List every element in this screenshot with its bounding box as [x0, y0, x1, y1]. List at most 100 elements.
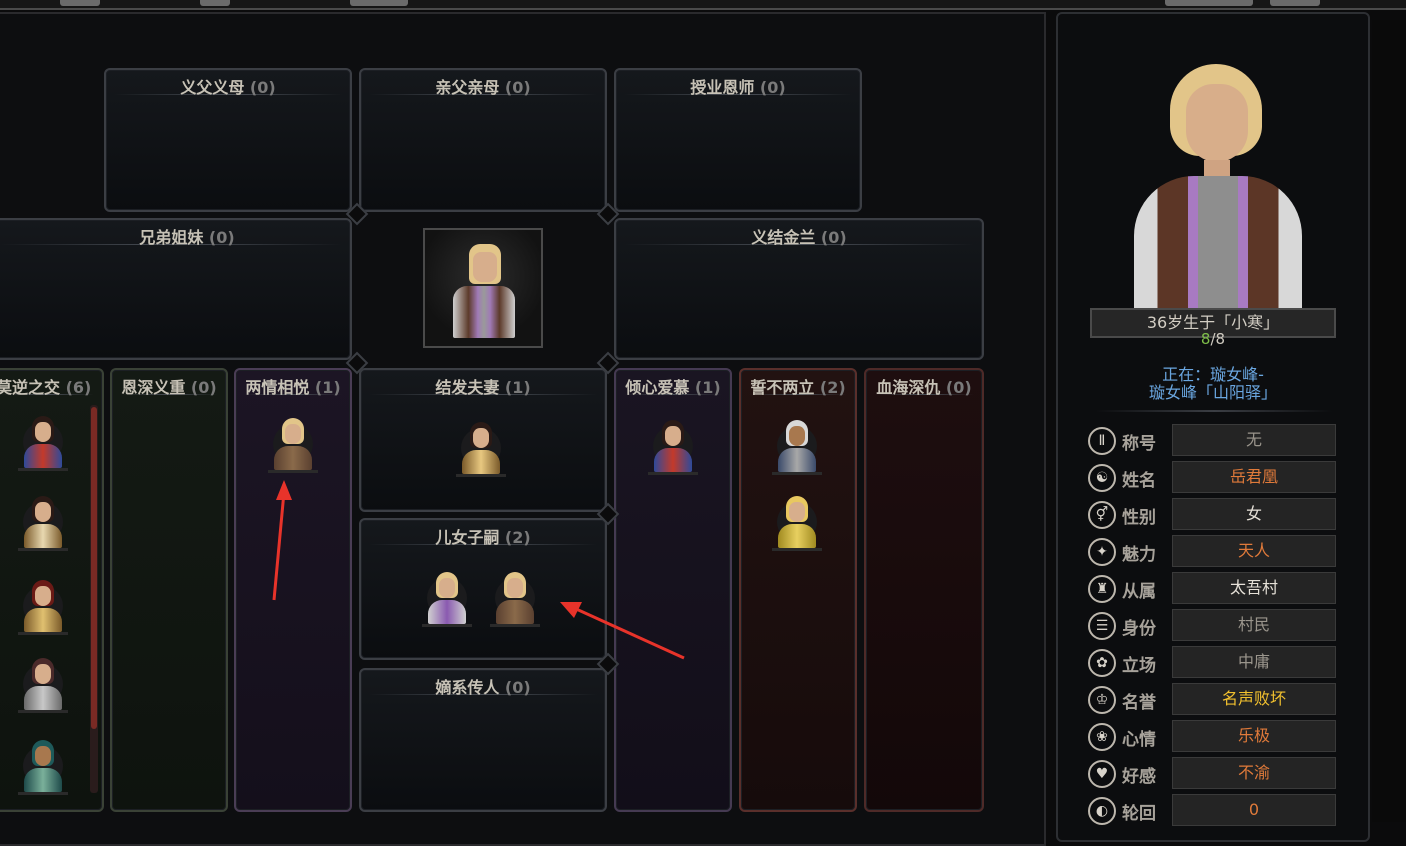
- attribute-row[interactable]: ✿ 立场 中庸: [1088, 646, 1340, 680]
- attribute-row[interactable]: ✦ 魅力 天人: [1088, 535, 1340, 569]
- friend-portrait[interactable]: [18, 412, 68, 474]
- annotation-arrow-icon: [560, 602, 685, 660]
- location-text[interactable]: 正在：璇女峰- 璇女峰「山阳驿」: [1090, 366, 1336, 402]
- character-portrait: [445, 238, 521, 342]
- friend-portrait[interactable]: [18, 492, 68, 554]
- panel-title: 誓不两立: [750, 378, 815, 397]
- panel-title: 义父义母: [180, 78, 245, 97]
- enemy-portrait[interactable]: [772, 416, 822, 478]
- panel-count: (0): [190, 378, 217, 397]
- friend-portrait[interactable]: [18, 576, 68, 638]
- stance-icon: ✿: [1088, 649, 1116, 677]
- top-tab-stub[interactable]: [1165, 0, 1253, 6]
- rebirth-icon: ◐: [1088, 797, 1116, 825]
- panel-count: (1): [694, 378, 721, 397]
- panel-title: 兄弟姐妹: [139, 228, 204, 247]
- attribute-value: 女: [1172, 498, 1336, 530]
- spouse-portrait[interactable]: [456, 418, 506, 480]
- faction-icon: ♜: [1088, 575, 1116, 603]
- attribute-value: 天人: [1172, 535, 1336, 567]
- panel-count: (0): [759, 78, 786, 97]
- panel-blood-feud[interactable]: 血海深仇 (0): [864, 368, 984, 812]
- panel-disciples[interactable]: 嫡系传人 (0): [359, 668, 607, 812]
- scrollbar-thumb[interactable]: [91, 407, 97, 729]
- top-bar: [0, 0, 1406, 10]
- attribute-value: 0: [1172, 794, 1336, 826]
- gender-icon: ⚥: [1088, 501, 1116, 529]
- side-strip: [1372, 20, 1406, 822]
- character-full-portrait: [1120, 56, 1320, 308]
- panel-title: 倾心爱慕: [625, 378, 690, 397]
- enemy-portrait[interactable]: [772, 492, 822, 554]
- panel-title: 结发夫妻: [435, 378, 500, 397]
- attribute-value: 太吾村: [1172, 572, 1336, 604]
- attribute-value: 名声败坏: [1172, 683, 1336, 715]
- panel-title: 嫡系传人: [435, 678, 500, 697]
- title-icon: Ⅱ: [1088, 427, 1116, 455]
- panel-count: (0): [504, 678, 531, 697]
- attribute-row[interactable]: ♔ 名誉 名声败坏: [1088, 683, 1340, 717]
- top-tab-stub[interactable]: [60, 0, 100, 6]
- attribute-value: 村民: [1172, 609, 1336, 641]
- panel-count: (1): [314, 378, 341, 397]
- admirer-portrait[interactable]: [648, 416, 698, 478]
- attribute-label: 心情: [1122, 730, 1156, 750]
- panel-adoptive-parents[interactable]: 义父义母 (0): [104, 68, 352, 212]
- top-tab-stub[interactable]: [1270, 0, 1320, 6]
- location-line-1: 正在：璇女峰-: [1162, 365, 1264, 384]
- panel-count: (2): [819, 378, 846, 397]
- attribute-value: 不渝: [1172, 757, 1336, 789]
- friends-scrollbar[interactable]: [90, 405, 98, 793]
- attribute-value: 无: [1172, 424, 1336, 456]
- health-readout: 8/8: [1090, 330, 1336, 348]
- friend-portrait[interactable]: [18, 736, 68, 798]
- panel-title: 义结金兰: [751, 228, 816, 247]
- attribute-label: 性别: [1122, 508, 1156, 528]
- attribute-row[interactable]: Ⅱ 称号无: [1088, 424, 1340, 458]
- attribute-row[interactable]: ♥ 好感 不渝: [1088, 757, 1340, 791]
- reputation-icon: ♔: [1088, 686, 1116, 714]
- top-tab-stub[interactable]: [200, 0, 230, 6]
- panel-sworn-siblings[interactable]: 义结金兰 (0): [614, 218, 984, 360]
- panel-count: (1): [504, 378, 531, 397]
- attribute-label: 称号: [1122, 434, 1156, 454]
- attribute-label: 立场: [1122, 656, 1156, 676]
- panel-siblings[interactable]: 兄弟姐妹 (0): [0, 218, 352, 360]
- panel-count: (6): [65, 378, 92, 397]
- attribute-label: 名誉: [1122, 693, 1156, 713]
- panel-count: (0): [249, 78, 276, 97]
- health-max: 8: [1215, 330, 1226, 348]
- panel-count: (0): [208, 228, 235, 247]
- panel-title: 亲父亲母: [435, 78, 500, 97]
- attribute-label: 身份: [1122, 619, 1156, 639]
- top-tab-stub[interactable]: [350, 0, 408, 6]
- lover-portrait[interactable]: [268, 414, 318, 476]
- panel-title: 授业恩师: [690, 78, 755, 97]
- child-portrait[interactable]: [422, 568, 472, 630]
- panel-count: (0): [504, 78, 531, 97]
- annotation-arrow-icon: [272, 480, 292, 601]
- panel-title: 恩深义重: [121, 378, 186, 397]
- panel-benefactors[interactable]: 恩深义重 (0): [110, 368, 228, 812]
- attribute-row[interactable]: ⚥ 性别女: [1088, 498, 1340, 532]
- attribute-value: 中庸: [1172, 646, 1336, 678]
- identity-icon: ☰: [1088, 612, 1116, 640]
- attribute-label: 魅力: [1122, 545, 1156, 565]
- divider: [1096, 410, 1332, 412]
- friend-portrait[interactable]: [18, 654, 68, 716]
- attribute-label: 好感: [1122, 767, 1156, 787]
- panel-title: 莫逆之交: [0, 378, 61, 397]
- attribute-row[interactable]: ❀ 心情 乐极: [1088, 720, 1340, 754]
- panel-birth-parents[interactable]: 亲父亲母 (0): [359, 68, 607, 212]
- attribute-row[interactable]: ♜ 从属 太吾村: [1088, 572, 1340, 606]
- location-line-2: 璇女峰「山阳驿」: [1148, 383, 1277, 402]
- panel-mentor[interactable]: 授业恩师 (0): [614, 68, 862, 212]
- mood-icon: ❀: [1088, 723, 1116, 751]
- attribute-row[interactable]: ◐ 轮回 0: [1088, 794, 1340, 828]
- child-portrait[interactable]: [490, 568, 540, 630]
- current-character-portrait[interactable]: [423, 228, 543, 348]
- attribute-value: 岳君凰: [1172, 461, 1336, 493]
- charm-icon: ✦: [1088, 538, 1116, 566]
- attribute-row[interactable]: ☯ 姓名 岳君凰: [1088, 461, 1340, 495]
- attribute-row[interactable]: ☰ 身份 村民: [1088, 609, 1340, 643]
